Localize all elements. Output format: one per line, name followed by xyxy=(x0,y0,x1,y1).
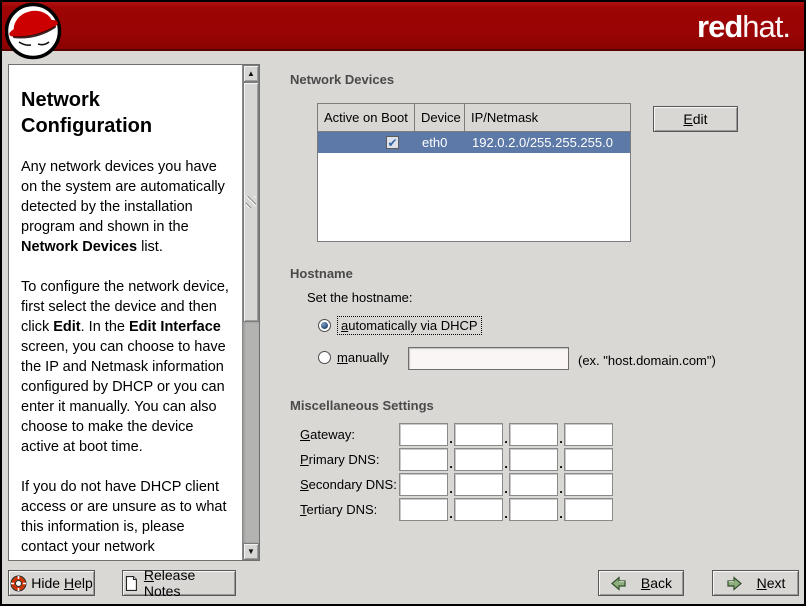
hostname-auto-option: automatically via DHCP xyxy=(318,316,482,335)
octet-separator: . xyxy=(448,481,454,496)
set-hostname-prompt: Set the hostname: xyxy=(307,290,413,305)
scroll-down-arrow-icon[interactable]: ▼ xyxy=(243,543,259,560)
column-header-ip-netmask[interactable]: IP/Netmask xyxy=(465,104,630,131)
secondary-dns-octet-4[interactable] xyxy=(564,473,613,496)
scrollbar-trough[interactable] xyxy=(243,322,259,543)
help-paragraph-1: Any network devices you have on the syst… xyxy=(21,157,234,257)
release-notes-button[interactable]: Release Notes xyxy=(122,570,236,596)
octet-separator: . xyxy=(448,506,454,521)
hostname-hint: (ex. "host.domain.com") xyxy=(578,353,716,368)
primary-dns-octet-3[interactable] xyxy=(509,448,558,471)
scrollbar-thumb[interactable] xyxy=(243,82,259,322)
hostname-input[interactable] xyxy=(408,347,569,370)
back-label: Back xyxy=(641,575,672,591)
primary-dns-row: Primary DNS: . . . xyxy=(300,448,613,471)
wordmark-hat: hat. xyxy=(742,9,790,44)
gateway-octet-2[interactable] xyxy=(454,423,503,446)
secondary-dns-label: Secondary DNS: xyxy=(300,477,399,492)
next-button[interactable]: Next xyxy=(712,570,799,596)
hostname-manual-radio[interactable] xyxy=(318,351,331,364)
help-title: Network Configuration xyxy=(21,87,211,139)
table-header-row: Active on Boot Device IP/Netmask xyxy=(318,104,630,132)
tertiary-dns-row: Tertiary DNS: . . . xyxy=(300,498,613,521)
help-panel: Network Configuration Any network device… xyxy=(8,64,260,561)
octet-separator: . xyxy=(558,456,564,471)
ip-netmask-cell: 192.0.2.0/255.255.255.0 xyxy=(465,135,630,150)
primary-dns-octet-2[interactable] xyxy=(454,448,503,471)
arrow-right-icon xyxy=(726,575,743,592)
arrow-left-icon xyxy=(610,575,627,592)
primary-dns-octet-1[interactable] xyxy=(399,448,448,471)
column-header-device[interactable]: Device xyxy=(415,104,465,131)
tertiary-dns-octet-4[interactable] xyxy=(564,498,613,521)
secondary-dns-octet-3[interactable] xyxy=(509,473,558,496)
edit-button[interactable]: Edit xyxy=(653,106,738,132)
octet-separator: . xyxy=(503,481,509,496)
octet-separator: . xyxy=(558,481,564,496)
active-cell: ✔ xyxy=(318,136,415,149)
octet-separator: . xyxy=(503,456,509,471)
wordmark-red: red xyxy=(697,9,742,44)
network-devices-table: Active on Boot Device IP/Netmask ✔ eth0 … xyxy=(317,103,631,242)
secondary-dns-octet-1[interactable] xyxy=(399,473,448,496)
help-scrollbar[interactable]: ▲ ▼ xyxy=(242,65,259,560)
next-label: Next xyxy=(757,575,786,591)
column-header-active-on-boot[interactable]: Active on Boot xyxy=(318,104,415,131)
primary-dns-octet-4[interactable] xyxy=(564,448,613,471)
device-cell: eth0 xyxy=(415,135,465,150)
help-paragraph-2: To configure the network device, first s… xyxy=(21,277,234,457)
active-on-boot-checkbox[interactable]: ✔ xyxy=(386,136,399,149)
tertiary-dns-octet-3[interactable] xyxy=(509,498,558,521)
hostname-label: Hostname xyxy=(290,266,353,281)
octet-separator: . xyxy=(503,506,509,521)
back-button[interactable]: Back xyxy=(598,570,684,596)
redhat-wordmark: redhat. xyxy=(697,9,790,45)
octet-separator: . xyxy=(448,431,454,446)
scrollbar-grip xyxy=(246,196,256,208)
redhat-shadowman-logo-icon xyxy=(5,2,63,62)
hostname-auto-label[interactable]: automatically via DHCP xyxy=(337,316,482,335)
octet-separator: . xyxy=(558,431,564,446)
gateway-octet-1[interactable] xyxy=(399,423,448,446)
miscellaneous-settings-label: Miscellaneous Settings xyxy=(290,398,434,413)
hostname-auto-radio[interactable] xyxy=(318,319,331,332)
secondary-dns-octet-2[interactable] xyxy=(454,473,503,496)
life-ring-icon xyxy=(10,575,27,592)
release-notes-label: Release Notes xyxy=(144,567,235,599)
installer-window: redhat. Network Configuration Any networ… xyxy=(0,0,806,606)
tertiary-dns-octet-1[interactable] xyxy=(399,498,448,521)
gateway-row: Gateway: . . . xyxy=(300,423,613,446)
document-icon xyxy=(123,575,140,592)
help-paragraph-3: If you do not have DHCP client access or… xyxy=(21,477,234,560)
hostname-manual-label[interactable]: manually xyxy=(337,350,389,365)
brand-header: redhat. xyxy=(2,2,804,51)
network-devices-label: Network Devices xyxy=(290,72,394,87)
radio-selected-dot xyxy=(321,322,328,329)
hide-help-label: Hide Help xyxy=(31,575,93,591)
tertiary-dns-label: Tertiary DNS: xyxy=(300,502,399,517)
octet-separator: . xyxy=(503,431,509,446)
tertiary-dns-octet-2[interactable] xyxy=(454,498,503,521)
primary-dns-label: Primary DNS: xyxy=(300,452,399,467)
hide-help-button[interactable]: Hide Help xyxy=(8,570,95,596)
scroll-up-arrow-icon[interactable]: ▲ xyxy=(243,65,259,82)
gateway-label: Gateway: xyxy=(300,427,399,442)
octet-separator: . xyxy=(448,456,454,471)
hostname-manual-option: manually xyxy=(318,350,389,365)
gateway-octet-3[interactable] xyxy=(509,423,558,446)
table-row[interactable]: ✔ eth0 192.0.2.0/255.255.255.0 xyxy=(318,132,630,153)
gateway-octet-4[interactable] xyxy=(564,423,613,446)
edit-button-label: Edit xyxy=(683,111,707,127)
octet-separator: . xyxy=(558,506,564,521)
help-content: Network Configuration Any network device… xyxy=(9,65,242,560)
secondary-dns-row: Secondary DNS: . . . xyxy=(300,473,613,496)
